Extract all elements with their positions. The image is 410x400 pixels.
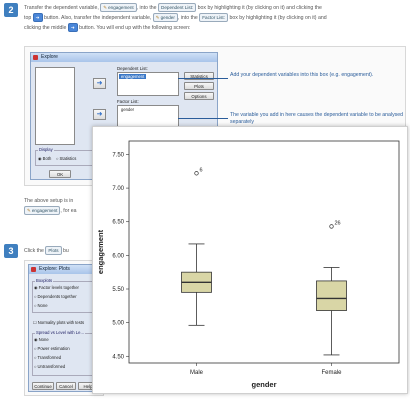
move-to-factor-button[interactable]: ➜	[93, 109, 106, 120]
instr-text: button. You will end up with the followi…	[79, 25, 191, 31]
box-female	[316, 280, 347, 311]
explore-title-text: Explore	[41, 54, 58, 60]
dependent-callout-line	[178, 78, 228, 79]
continue-button[interactable]: Continue	[32, 382, 54, 390]
transformed-radio[interactable]: Transformed	[34, 355, 62, 360]
plots-button[interactable]: Plots	[184, 82, 214, 90]
untransformed-radio[interactable]: Untransformed	[34, 364, 66, 369]
cancel-button[interactable]: Cancel	[56, 382, 76, 390]
step-3-instructions: Click the Plots bu	[24, 246, 94, 256]
gender-variable-chip: gender	[152, 13, 178, 23]
spread-none-radio[interactable]: None	[34, 337, 49, 342]
boxplot-none-radio[interactable]: None	[34, 303, 48, 308]
instr-text: box by highlighting it (by clicking on i…	[229, 15, 327, 21]
setup-text: The above setup is in	[24, 198, 74, 204]
setup-description: The above setup is in engagement, for ea	[24, 196, 94, 216]
outlier-point	[329, 224, 334, 229]
x-axis-label: gender	[251, 380, 276, 389]
display-both-radio[interactable]: Both	[38, 156, 52, 161]
y-tick-label: 7.00	[112, 186, 124, 192]
move-to-dependent-button[interactable]: ➜	[93, 78, 106, 89]
dependent-callout: Add your dependent variables into this b…	[230, 72, 374, 78]
y-tick-label: 7.50	[112, 152, 124, 158]
app-icon	[31, 267, 36, 272]
instr-text: bu	[63, 248, 69, 254]
outlier-label: 6	[200, 167, 203, 173]
dependent-list-item[interactable]: engagement	[119, 74, 147, 79]
factor-levels-together-radio[interactable]: Factor levels together	[34, 285, 79, 290]
app-icon	[33, 55, 38, 60]
spread-label: Spread vs Level with Le...	[35, 330, 85, 335]
display-statistics-radio[interactable]: Statistics	[56, 156, 77, 161]
explore-dialog-title: Explore	[31, 53, 217, 62]
y-tick-label: 6.50	[112, 220, 124, 226]
outlier-point	[194, 171, 199, 176]
normality-plots-checkbox[interactable]: Normality plots with tests	[33, 320, 84, 325]
y-axis-label: engagement	[96, 229, 105, 274]
plots-dialog-title: Explore: Plots	[29, 265, 99, 274]
dependent-list-label: Dependent List:	[117, 66, 148, 71]
power-estimation-radio[interactable]: Power estimation	[34, 346, 70, 351]
outlier-label: 26	[335, 220, 341, 226]
boxplot-chart: 4.50 5.00 5.50 6.00 6.50 7.00 7.50 engagement Ma…	[96, 140, 400, 389]
boxplot-chart-panel: 4.50 5.00 5.50 6.00 6.50 7.00 7.50 engagement Ma…	[92, 126, 408, 394]
instr-text: clicking the middle	[24, 25, 67, 31]
step-3-badge: 3	[4, 244, 18, 258]
arrow-right-icon: ➜	[32, 13, 43, 23]
dependent-list-chip: Dependent List:	[158, 3, 197, 13]
dependents-together-radio[interactable]: Dependents together	[34, 294, 77, 299]
plots-title-text: Explore: Plots	[39, 266, 70, 272]
factor-callout-line	[178, 118, 228, 119]
plot-area	[128, 140, 400, 364]
engagement-variable-chip: engagement	[100, 3, 137, 13]
step-2-instructions: Transfer the dependent variable, engagem…	[24, 3, 404, 33]
options-button[interactable]: Options	[184, 92, 214, 100]
factor-list-chip: Factor List:	[199, 13, 228, 23]
plots-chip: Plots	[45, 246, 62, 256]
instr-text: , into the	[136, 5, 157, 11]
variable-source-list[interactable]	[35, 67, 75, 145]
x-tick-label: Female	[321, 370, 342, 376]
factor-list-label: Factor List:	[117, 99, 139, 104]
dependent-list-box[interactable]: engagement	[117, 72, 179, 96]
ok-button[interactable]: OK	[49, 170, 71, 178]
display-label: Display	[38, 147, 54, 152]
instr-text: Transfer the dependent variable,	[24, 5, 99, 11]
y-tick-label: 6.00	[112, 253, 124, 259]
instr-text: box by highlighting it (by clicking on i…	[197, 5, 322, 11]
setup-text: , for ea	[60, 208, 77, 214]
instr-text: button. Also, transfer the independent v…	[43, 15, 152, 21]
arrow-right-icon: ➜	[67, 23, 78, 33]
factor-list-item[interactable]: gender	[119, 107, 136, 112]
plots-dialog: Explore: Plots Boxplots Factor levels to…	[28, 264, 100, 392]
step-2-badge: 2	[4, 3, 18, 17]
y-tick-label: 4.50	[112, 354, 124, 360]
instr-text: , into the	[177, 15, 198, 21]
instr-text: top	[24, 15, 32, 21]
x-tick-label: Male	[190, 370, 204, 376]
y-tick-label: 5.50	[112, 287, 124, 293]
instr-text: Click the	[24, 248, 44, 254]
factor-callout: The variable you add in here causes the …	[230, 112, 404, 125]
engagement-variable-chip: engagement	[24, 206, 61, 216]
y-tick-label: 5.00	[112, 321, 124, 327]
factor-list-box[interactable]: gender	[117, 105, 179, 127]
boxplots-label: Boxplots	[35, 278, 54, 283]
